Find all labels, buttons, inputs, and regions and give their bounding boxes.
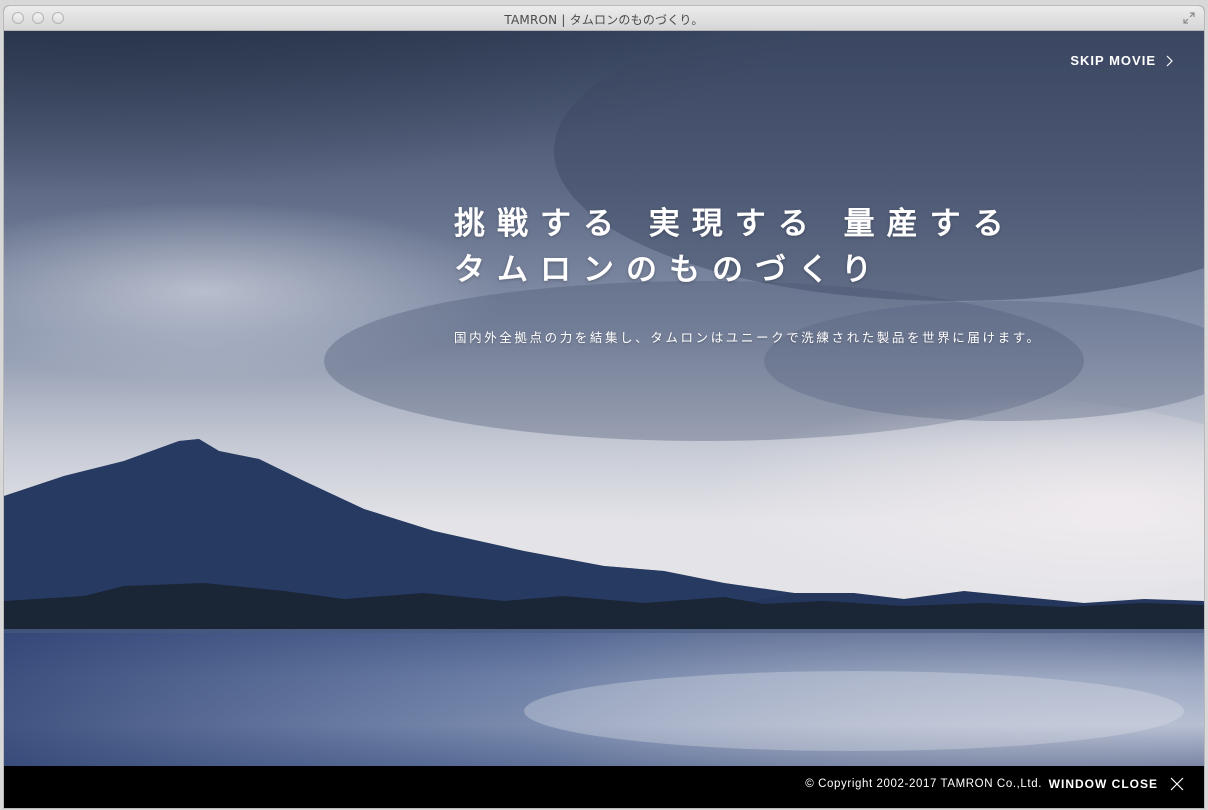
window-close-button[interactable]: WINDOW CLOSE bbox=[1049, 777, 1184, 791]
window-close-label: WINDOW CLOSE bbox=[1048, 777, 1158, 791]
hero-subcopy: 国内外全拠点の力を結集し、タムロンはユニークで洗練された製品を世界に届けます。 bbox=[454, 330, 1042, 345]
browser-window: TAMRON | タムロンのものづくり。 SKIP MOVIE 挑戦する 実現す… bbox=[4, 6, 1204, 808]
skip-movie-button[interactable]: SKIP MOVIE bbox=[1070, 53, 1174, 68]
close-icon bbox=[1170, 777, 1184, 791]
fullscreen-icon[interactable] bbox=[1182, 11, 1196, 25]
chevron-right-icon bbox=[1166, 55, 1173, 66]
skip-movie-label: SKIP MOVIE bbox=[1070, 53, 1156, 68]
headline-line-1: 挑戦する 実現する 量産する bbox=[454, 206, 1016, 242]
window-title: TAMRON | タムロンのものづくり。 bbox=[504, 13, 704, 27]
copyright-text: © Copyright 2002-2017 TAMRON Co.,Ltd. bbox=[805, 778, 1042, 790]
headline-line-2: タムロンのものづくり bbox=[454, 252, 884, 288]
hero-movie: SKIP MOVIE 挑戦する 実現する 量産する タムロンのものづくり 国内外… bbox=[4, 31, 1204, 766]
landscape-background bbox=[4, 31, 1204, 766]
window-titlebar: TAMRON | タムロンのものづくり。 bbox=[4, 6, 1204, 31]
footer-bar: © Copyright 2002-2017 TAMRON Co.,Ltd. WI… bbox=[4, 766, 1204, 808]
hero-headline: 挑戦する 実現する 量産する タムロンのものづくり bbox=[454, 201, 1016, 293]
